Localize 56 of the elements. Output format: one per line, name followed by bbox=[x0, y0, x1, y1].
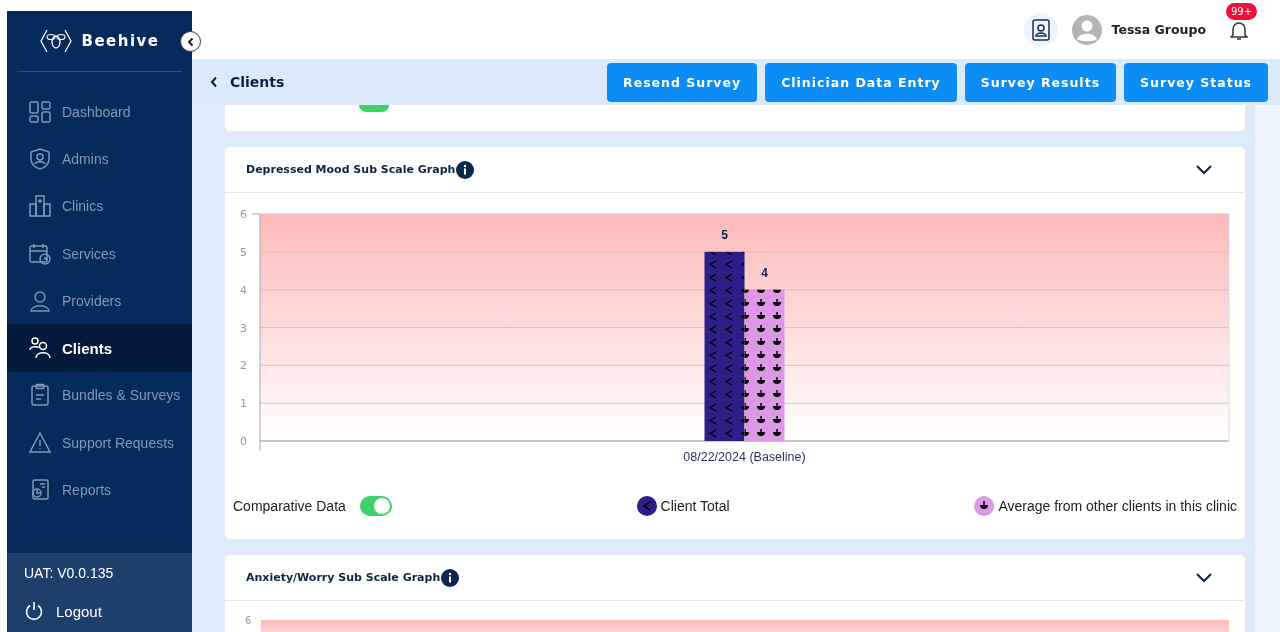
dashboard-icon bbox=[28, 99, 52, 124]
info-icon[interactable] bbox=[456, 160, 475, 179]
chevron-icon[interactable] bbox=[1195, 571, 1213, 584]
action-button[interactable]: Clinician Data Entry bbox=[765, 62, 957, 102]
user-name: Tessa Groupo bbox=[1111, 22, 1206, 37]
app-name: Beehive bbox=[81, 32, 160, 50]
y-tick-label: 3 bbox=[240, 321, 247, 335]
y-tick-label: 0 bbox=[240, 435, 247, 448]
bee-logo-icon bbox=[39, 28, 74, 54]
sidebar-item[interactable]: Services bbox=[7, 229, 192, 278]
toggle-switch[interactable] bbox=[359, 496, 392, 516]
power-icon bbox=[24, 601, 44, 621]
card-title: Depressed Mood Sub Scale Graph bbox=[246, 163, 456, 176]
warning-icon bbox=[28, 430, 52, 455]
contact-card-button[interactable] bbox=[1023, 12, 1058, 47]
y-tick-label: 1 bbox=[240, 397, 247, 411]
sidebar-item[interactable]: Reports bbox=[7, 466, 192, 514]
legend-label: Client Total bbox=[660, 498, 730, 514]
chevron-icon[interactable] bbox=[1195, 163, 1213, 176]
toggle-switch[interactable] bbox=[359, 105, 389, 112]
x-axis-label: 08/22/2024 (Baseline) bbox=[683, 450, 806, 464]
card-title: Anxiety/Worry Sub Scale Graph bbox=[246, 571, 441, 584]
y-tick-label: 4 bbox=[240, 283, 247, 297]
y-tick-label: 6 bbox=[245, 616, 252, 626]
users-icon bbox=[28, 336, 52, 361]
info-icon[interactable] bbox=[441, 568, 460, 587]
toggle-label: Comparative Data bbox=[233, 498, 346, 514]
sidebar-item[interactable]: Dashboard bbox=[7, 88, 192, 136]
sidebar-item[interactable]: Support Requests bbox=[7, 419, 192, 467]
sidebar-item[interactable]: Clinics bbox=[7, 182, 192, 230]
clipboard-icon bbox=[28, 383, 52, 408]
bell-icon[interactable] bbox=[1230, 19, 1248, 40]
version-label: UAT: V0.0.135 bbox=[24, 565, 115, 581]
notification-badge: 99+ bbox=[1226, 2, 1258, 20]
sidebar-item[interactable]: Clients bbox=[7, 324, 192, 372]
action-button[interactable]: Resend Survey bbox=[607, 62, 758, 102]
legend-label: Average from other clients in this clinic bbox=[998, 498, 1237, 514]
action-button[interactable]: Survey Status bbox=[1124, 62, 1268, 102]
back-link[interactable]: Clients bbox=[210, 74, 285, 90]
shield-user-icon bbox=[28, 146, 52, 171]
chevron-left-icon bbox=[185, 36, 196, 47]
sidebar-item[interactable]: Bundles & Surveys bbox=[7, 371, 192, 420]
sidebar-item[interactable]: Admins bbox=[7, 135, 192, 183]
contact-card-icon bbox=[1031, 18, 1050, 41]
y-tick-label: 6 bbox=[240, 208, 247, 221]
data-label: 4 bbox=[761, 265, 768, 280]
chevron-left-icon bbox=[210, 76, 218, 88]
y-tick-label: 5 bbox=[240, 245, 247, 259]
action-button[interactable]: Survey Results bbox=[964, 62, 1117, 102]
data-label: 5 bbox=[721, 227, 728, 242]
logout-link[interactable]: Logout bbox=[24, 601, 192, 621]
y-tick-label: 2 bbox=[240, 359, 247, 373]
building-icon bbox=[28, 194, 52, 219]
user-icon bbox=[28, 288, 52, 313]
calendar-clock-icon bbox=[28, 241, 52, 266]
sidebar-item[interactable]: Providers bbox=[7, 277, 192, 325]
